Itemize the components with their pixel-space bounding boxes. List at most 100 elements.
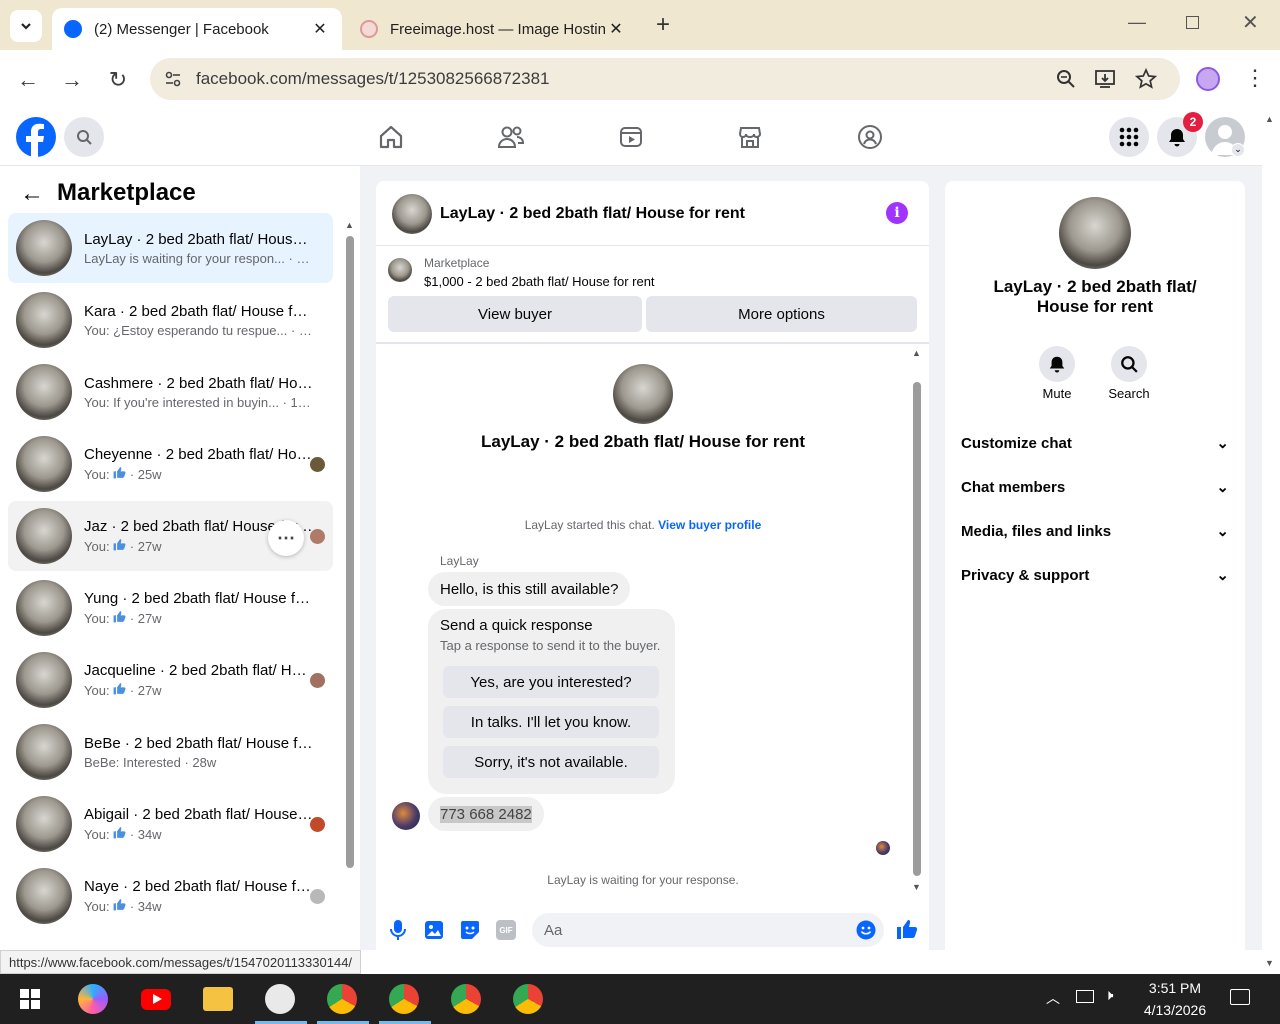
notification-center-icon[interactable] [1230, 989, 1250, 1005]
chrome-icon[interactable] [451, 984, 481, 1014]
conversation-item[interactable]: LayLay · 2 bed 2bath flat/ House for ren… [8, 213, 333, 283]
groups-nav-button[interactable] [855, 122, 885, 152]
conversation-item[interactable]: Cashmere · 2 bed 2bath flat/ House for r… [8, 357, 333, 427]
clock-date[interactable]: 4/13/2026 [1132, 1002, 1218, 1018]
divider [376, 342, 929, 344]
chat-header-title[interactable]: LayLay · 2 bed 2bath flat/ House for ren… [440, 205, 745, 223]
quick-response-option[interactable]: In talks. I'll let you know. [443, 706, 659, 738]
like-thumbs-up-icon [113, 899, 126, 911]
tab-title: (2) Messenger | Facebook [94, 20, 269, 38]
section-label: Chat members [961, 478, 1066, 496]
restore-button[interactable] [1186, 16, 1199, 29]
chat-header-avatar[interactable] [392, 194, 432, 234]
new-tab-button[interactable]: + [650, 12, 676, 38]
search-in-chat-button[interactable] [1111, 346, 1147, 382]
account-chevron-icon[interactable]: ⌄ [1231, 143, 1245, 157]
more-options-button[interactable]: More options [646, 296, 917, 332]
tab-search-button[interactable] [10, 10, 42, 42]
conversation-item[interactable]: Naye · 2 bed 2bath flat/ House for rent Y… [8, 861, 333, 931]
conversation-name: Abigail · 2 bed 2bath flat/ House for re… [84, 806, 314, 823]
browser-menu-icon[interactable]: ⋮ [1244, 64, 1266, 92]
conversation-name: BeBe · 2 bed 2bath flat/ House for rent [84, 734, 314, 752]
video-nav-button[interactable] [616, 122, 646, 152]
friends-nav-button[interactable] [496, 122, 526, 152]
address-bar[interactable]: facebook.com/messages/t/1253082566872381 [150, 58, 1180, 100]
reload-button[interactable]: ↻ [104, 66, 132, 94]
chrome-icon[interactable] [513, 984, 543, 1014]
chat-members-section[interactable]: Chat members ⌄ [961, 475, 1229, 499]
tab-messenger[interactable]: (2) Messenger | Facebook ✕ [52, 8, 342, 50]
conversation-item[interactable]: Cheyenne · 2 bed 2bath flat/ House for r… [8, 429, 333, 499]
back-arrow-icon[interactable]: ← [20, 182, 44, 206]
minimize-button[interactable]: — [1128, 12, 1146, 33]
conversation-item[interactable]: Kara · 2 bed 2bath flat/ House for rent Y… [8, 285, 333, 355]
network-icon[interactable] [1076, 990, 1094, 1003]
forward-button[interactable]: → [58, 66, 86, 94]
quick-response-option[interactable]: Yes, are you interested? [443, 666, 659, 698]
marketplace-nav-button[interactable] [735, 122, 765, 152]
youtube-icon[interactable] [141, 989, 171, 1010]
list-scrollbar[interactable]: ▲ [343, 220, 357, 948]
photo-icon[interactable] [424, 920, 444, 940]
volume-icon[interactable]: 🕨 [1104, 987, 1113, 1004]
snipping-tool-icon[interactable] [265, 984, 295, 1014]
clock-time[interactable]: 3:51 PM [1140, 980, 1210, 996]
fb-search-button[interactable] [64, 117, 104, 157]
file-explorer-icon[interactable] [203, 987, 233, 1011]
back-button[interactable]: ← [14, 66, 42, 94]
scroll-up-icon[interactable]: ▲ [1265, 114, 1274, 124]
facebook-favicon-icon [64, 20, 82, 38]
message-bubble[interactable]: 773 668 2482 [428, 797, 544, 831]
profile-avatar-icon[interactable] [1196, 67, 1220, 91]
conversation-options-button[interactable]: ⋯ [268, 520, 304, 556]
conversation-item[interactable]: Abigail · 2 bed 2bath flat/ House for re… [8, 789, 333, 859]
message-bubble[interactable]: Hello, is this still available? [428, 572, 631, 606]
chat-scrollbar[interactable]: ▲ ▼ [911, 348, 925, 894]
home-nav-button[interactable] [376, 122, 406, 152]
mute-button[interactable] [1039, 346, 1075, 382]
facebook-logo-icon[interactable] [16, 117, 56, 157]
install-app-icon[interactable] [1094, 68, 1116, 90]
like-thumbs-up-icon[interactable] [896, 918, 918, 940]
sender-avatar[interactable] [392, 802, 420, 830]
privacy-support-section[interactable]: Privacy & support ⌄ [961, 563, 1229, 587]
conversation-info: Kara · 2 bed 2bath flat/ House for rent Y… [84, 303, 314, 338]
site-settings-icon[interactable] [164, 70, 182, 88]
chrome-icon[interactable] [389, 984, 419, 1014]
gif-icon[interactable]: GIF [496, 920, 516, 940]
close-icon[interactable]: ✕ [606, 19, 626, 39]
scroll-down-icon[interactable]: ▼ [1265, 958, 1274, 968]
menu-button[interactable] [1109, 117, 1149, 157]
conversation-item[interactable]: Yung · 2 bed 2bath flat/ House for rent Y… [8, 573, 333, 643]
conversation-time: · 14w [278, 394, 314, 410]
conversation-item[interactable]: BeBe · 2 bed 2bath flat/ House for rent B… [8, 717, 333, 787]
zoom-icon[interactable] [1056, 69, 1076, 89]
waiting-notice: LayLay is waiting for your response. [547, 873, 739, 887]
windows-start-icon[interactable] [20, 989, 40, 1009]
chat-scroll-thumb[interactable] [913, 382, 921, 876]
search-label: Search [1108, 386, 1150, 401]
view-buyer-profile-link[interactable]: View buyer profile [658, 518, 761, 532]
conversation-avatar [16, 436, 72, 492]
list-scroll-thumb[interactable] [346, 236, 354, 868]
media-files-links-section[interactable]: Media, files and links ⌄ [961, 519, 1229, 543]
bookmark-star-icon[interactable] [1135, 68, 1157, 90]
window-close-button[interactable]: ✕ [1242, 10, 1259, 35]
listing-title[interactable]: $1,000 - 2 bed 2bath flat/ House for ren… [424, 274, 655, 289]
chrome-icon[interactable] [327, 984, 357, 1014]
emoji-icon[interactable] [856, 920, 876, 940]
sticker-icon[interactable] [460, 920, 480, 940]
conversation-item[interactable]: Jacqueline · 2 bed 2bath flat/ House for… [8, 645, 333, 715]
bell-icon [1049, 356, 1065, 373]
microphone-icon[interactable] [388, 919, 408, 941]
customize-chat-section[interactable]: Customize chat ⌄ [961, 431, 1229, 455]
page-scrollbar[interactable] [1262, 108, 1280, 974]
quick-response-option[interactable]: Sorry, it's not available. [443, 746, 659, 778]
message-input[interactable]: Aa [532, 913, 884, 947]
info-icon[interactable]: i [886, 202, 908, 224]
view-buyer-button[interactable]: View buyer [388, 296, 642, 332]
tab-freeimage[interactable]: Freeimage.host — Image Hosting ✕ [348, 8, 638, 50]
copilot-icon[interactable] [78, 984, 108, 1014]
tray-overflow-icon[interactable]: ︿ [1046, 988, 1060, 1008]
close-icon[interactable]: ✕ [310, 19, 330, 39]
